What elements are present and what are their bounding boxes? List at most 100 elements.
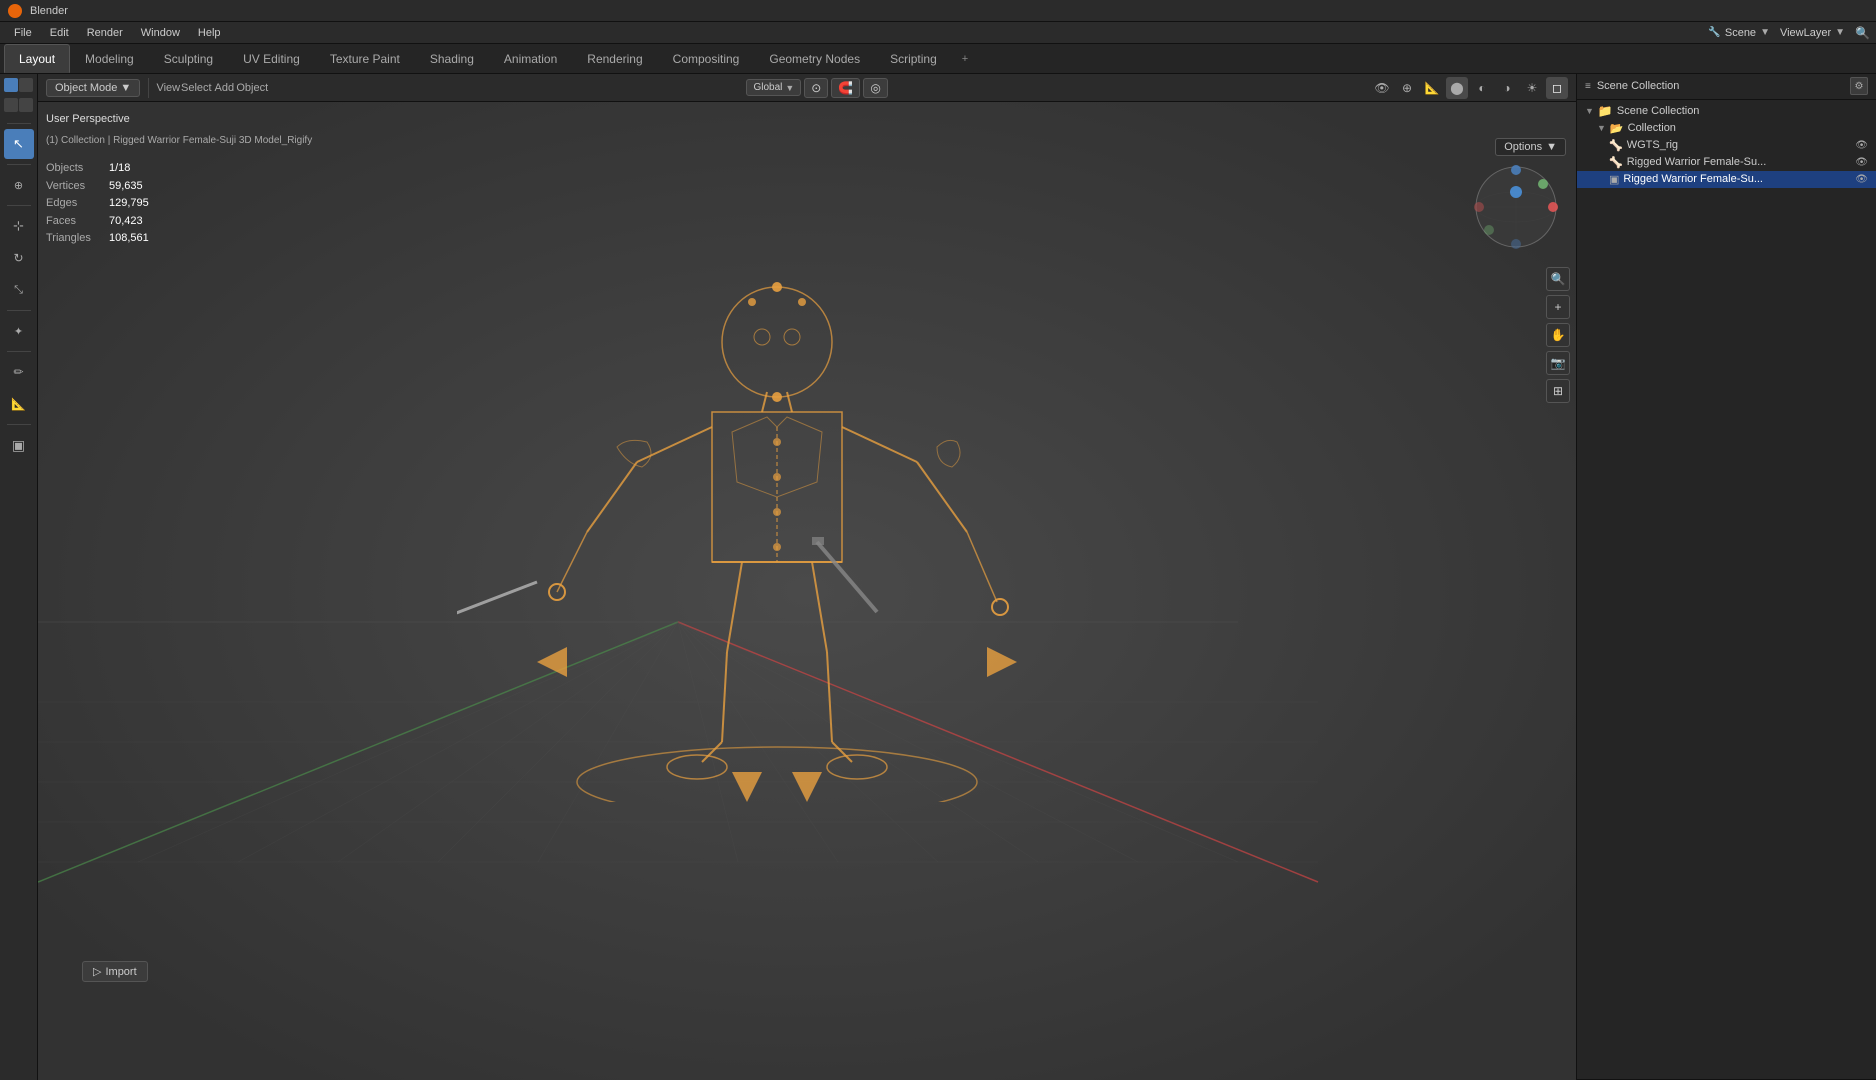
outliner-header: ≡ Scene Collection ⚙ xyxy=(1577,74,1876,100)
transform-global-btn[interactable]: Global ▼ xyxy=(746,79,801,96)
visibility-icon[interactable]: 👁 xyxy=(1855,140,1868,151)
navigation-gizmo[interactable] xyxy=(1471,162,1561,252)
perspective-label: User Perspective xyxy=(46,110,312,130)
menu-render[interactable]: Render xyxy=(79,25,131,41)
mode-btn-1[interactable] xyxy=(4,78,18,92)
shading-render-btn[interactable]: ◑ xyxy=(1496,77,1518,99)
rotate-tool[interactable]: ↻ xyxy=(4,243,34,273)
tab-compositing[interactable]: Compositing xyxy=(658,44,755,73)
viewport-grid-svg xyxy=(38,102,1576,1080)
object-menu[interactable]: Object xyxy=(241,77,263,99)
title-bar: Blender xyxy=(0,0,1876,22)
viewport-content[interactable]: User Perspective (1) Collection | Rigged… xyxy=(38,102,1576,1080)
outliner-filter-btn[interactable]: ⚙ xyxy=(1850,77,1868,95)
add-menu[interactable]: Add xyxy=(213,77,235,99)
rigged-warrior-2-name: Rigged Warrior Female-Su... xyxy=(1623,173,1851,185)
chevron-down-icon: ▼ xyxy=(120,82,131,94)
viewport-area[interactable]: Object Mode ▼ View Select Add Object Glo… xyxy=(38,74,1576,1080)
transform-tool[interactable]: ✦ xyxy=(4,316,34,346)
options-label: Options xyxy=(1504,141,1542,153)
vertices-label: Vertices xyxy=(46,178,101,196)
outliner-rigged-warrior-2[interactable]: ▣ Rigged Warrior Female-Su... 👁 xyxy=(1577,171,1876,188)
collection-expand: ▼ xyxy=(1597,123,1606,133)
tab-animation[interactable]: Animation xyxy=(489,44,572,73)
add-workspace-tab[interactable]: + xyxy=(952,44,978,73)
tab-shading[interactable]: Shading xyxy=(415,44,489,73)
visibility3-icon[interactable]: 👁 xyxy=(1855,174,1868,185)
snap-view-btn[interactable]: 📐 xyxy=(1421,77,1443,99)
scene-collection-name: Scene Collection xyxy=(1617,105,1868,117)
scene-collection-title: Scene Collection xyxy=(1597,80,1680,92)
mesh-icon: ▣ xyxy=(1609,173,1619,186)
overlays-btn[interactable]: 👁 xyxy=(1371,77,1393,99)
outliner-collection[interactable]: ▼ 📂 Collection xyxy=(1577,120,1876,137)
app-icon xyxy=(8,4,22,18)
menu-window[interactable]: Window xyxy=(133,25,188,41)
tab-texture-paint[interactable]: Texture Paint xyxy=(315,44,415,73)
render-region-icon[interactable]: ⊞ xyxy=(1546,379,1570,403)
snap-btn[interactable]: 🧲 xyxy=(831,78,860,98)
toolbar-separator-6 xyxy=(7,424,31,425)
gizmo-btn[interactable]: ⊕ xyxy=(1396,77,1418,99)
outliner-scene-collection[interactable]: ▼ 📁 Scene Collection xyxy=(1577,102,1876,120)
header-sep-1 xyxy=(148,78,149,98)
triangles-label: Triangles xyxy=(46,230,101,248)
camera-icon[interactable]: 📷 xyxy=(1546,351,1570,375)
scene-label: Scene xyxy=(1725,27,1756,39)
tab-scripting[interactable]: Scripting xyxy=(875,44,952,73)
transform-pivot-btn[interactable]: ⊙ xyxy=(804,78,828,98)
import-label: Import xyxy=(105,966,136,978)
tab-modeling[interactable]: Modeling xyxy=(70,44,149,73)
rendered-btn[interactable]: ☀ xyxy=(1521,77,1543,99)
move-tool[interactable]: ⊹ xyxy=(4,211,34,241)
mode-btn-3[interactable] xyxy=(4,98,18,112)
tab-layout[interactable]: Layout xyxy=(4,44,70,73)
viewport-header: Object Mode ▼ View Select Add Object Glo… xyxy=(38,74,1576,102)
main-layout: ↖ ⊕ ⊹ ↻ ⤡ ✦ ✏ 📐 xyxy=(0,74,1876,1080)
mode-btn-4[interactable] xyxy=(19,98,33,112)
pan-icon[interactable]: ✋ xyxy=(1546,323,1570,347)
right-panel: ≡ Scene Collection ⚙ ▼ 📁 Scene Collectio… xyxy=(1576,74,1876,1080)
toolbar-separator-1 xyxy=(7,123,31,124)
scale-tool[interactable]: ⤡ xyxy=(4,275,34,305)
vertices-value: 59,635 xyxy=(109,178,143,196)
tab-sculpting[interactable]: Sculpting xyxy=(149,44,228,73)
cursor-tool[interactable]: ⊕ xyxy=(4,170,34,200)
mode-btn-2[interactable] xyxy=(19,78,33,92)
outliner-wgts-rig[interactable]: 🦴 WGTS_rig 👁 xyxy=(1577,137,1876,154)
visibility2-icon[interactable]: 👁 xyxy=(1855,157,1868,168)
tab-uv-editing[interactable]: UV Editing xyxy=(228,44,315,73)
proportional-edit-btn[interactable]: ◎ xyxy=(863,78,887,98)
select-tool[interactable]: ↖ xyxy=(4,129,34,159)
zoom-fit-icon[interactable]: 🔍 xyxy=(1546,267,1570,291)
measure-tool[interactable]: 📐 xyxy=(4,389,34,419)
left-toolbar: ↖ ⊕ ⊹ ↻ ⤡ ✦ ✏ 📐 xyxy=(0,74,38,1080)
select-menu[interactable]: Select xyxy=(185,77,207,99)
outliner-content[interactable]: ▼ 📁 Scene Collection ▼ 📂 Collection 🦴 WG… xyxy=(1577,100,1876,1079)
add-object-tool[interactable]: ▣ xyxy=(4,430,34,460)
triangles-value: 108,561 xyxy=(109,230,149,248)
shading-material-btn[interactable]: ◐ xyxy=(1471,77,1493,99)
outliner-rigged-warrior-1[interactable]: 🦴 Rigged Warrior Female-Su... 👁 xyxy=(1577,154,1876,171)
character-svg xyxy=(457,182,1157,802)
menu-file[interactable]: File xyxy=(6,25,40,41)
annotate-tool[interactable]: ✏ xyxy=(4,357,34,387)
outliner-icon: ≡ xyxy=(1585,81,1591,92)
tab-geometry-nodes[interactable]: Geometry Nodes xyxy=(754,44,875,73)
shading-solid-btn[interactable]: ⬤ xyxy=(1446,77,1468,99)
options-button[interactable]: Options ▼ xyxy=(1495,138,1566,156)
toolbar-separator-5 xyxy=(7,351,31,352)
zoom-in-icon[interactable]: + xyxy=(1546,295,1570,319)
global-label: Global xyxy=(753,82,782,93)
collection-icon: 📂 xyxy=(1610,122,1624,135)
menu-edit[interactable]: Edit xyxy=(42,25,77,41)
import-button[interactable]: ▷ Import xyxy=(82,961,148,982)
faces-value: 70,423 xyxy=(109,213,143,231)
tab-rendering[interactable]: Rendering xyxy=(572,44,657,73)
menu-help[interactable]: Help xyxy=(190,25,229,41)
xray-btn[interactable]: ◻ xyxy=(1546,77,1568,99)
wgts-rig-name: WGTS_rig xyxy=(1627,139,1852,151)
stats-overlay: Objects 1/18 Vertices 59,635 Edges 129,7… xyxy=(46,160,149,248)
view-menu[interactable]: View xyxy=(157,77,179,99)
object-mode-dropdown[interactable]: Object Mode ▼ xyxy=(46,79,140,97)
